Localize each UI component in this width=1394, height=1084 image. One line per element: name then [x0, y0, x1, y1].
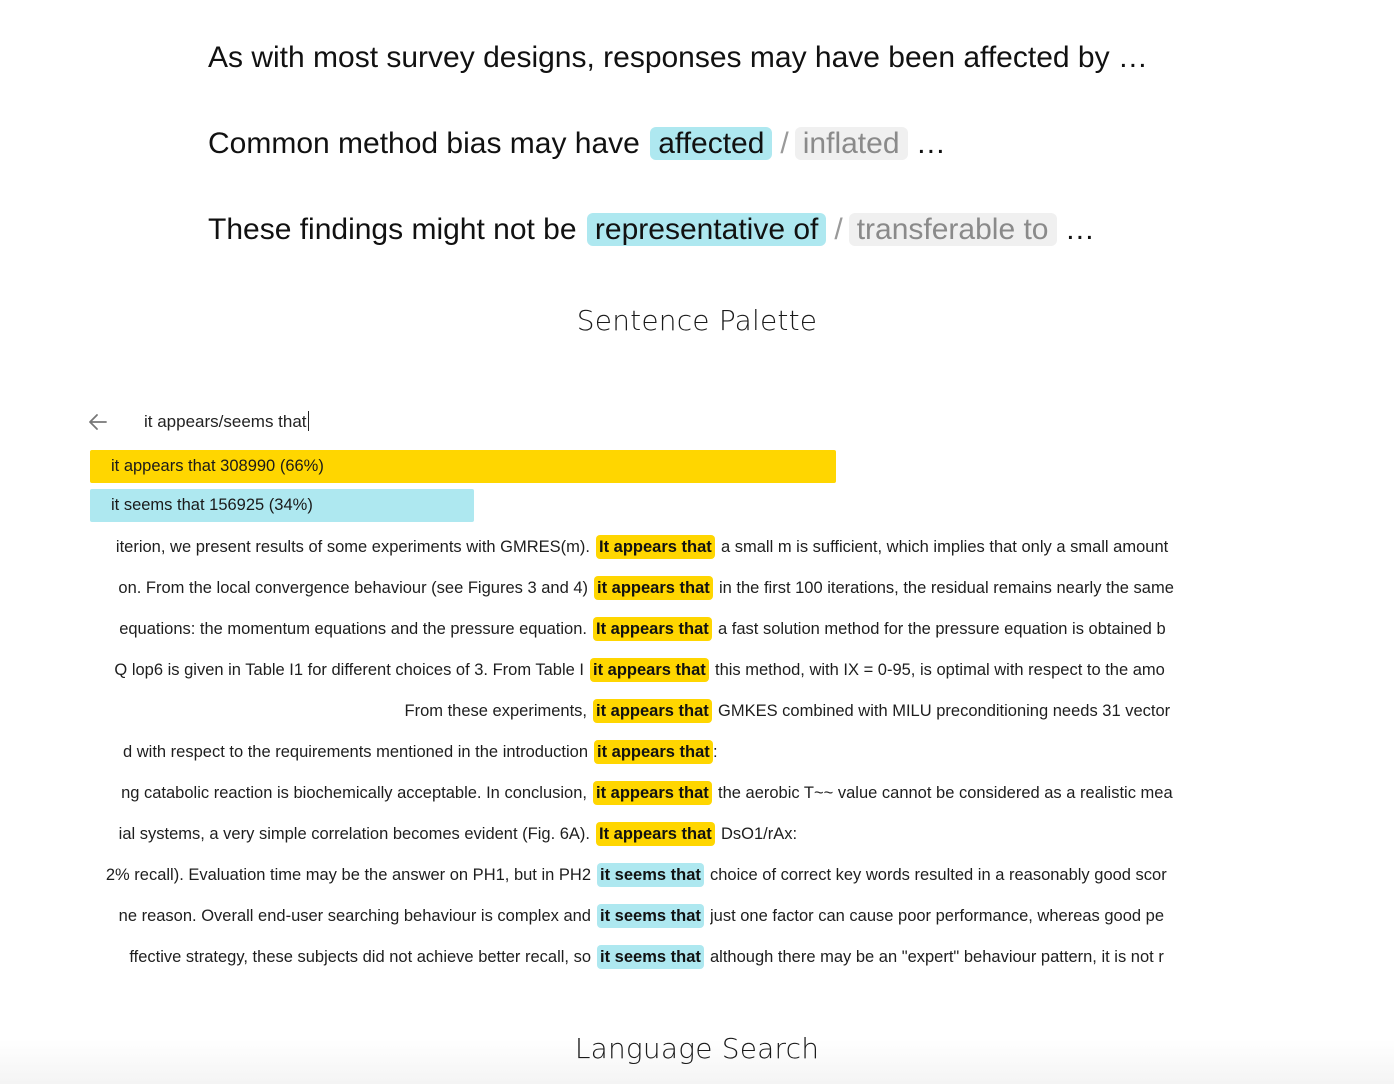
right-context-wrap: just one factor can cause poor performan…: [710, 901, 1200, 931]
right-context: in the first 100 iterations, the residua…: [719, 579, 1174, 597]
left-context-wrap: ne reason. Overall end-user searching be…: [90, 901, 591, 931]
concordance-row[interactable]: iterion, we present results of some expe…: [90, 532, 1200, 562]
concordance-row[interactable]: ne reason. Overall end-user searching be…: [90, 901, 1200, 931]
right-context-wrap: in the first 100 iterations, the residua…: [719, 573, 1200, 603]
right-context-wrap: :: [713, 737, 1200, 767]
keyword-highlight[interactable]: It appears that: [596, 822, 715, 846]
result-bar[interactable]: it appears that 308990 (66%): [90, 450, 836, 483]
phrase-separator: /: [834, 213, 843, 246]
left-context-wrap: d with respect to the requirements menti…: [90, 737, 588, 767]
left-context-wrap: ffective strategy, these subjects did no…: [90, 942, 591, 972]
concordance-list: iterion, we present results of some expe…: [90, 532, 1200, 982]
keyword-highlight[interactable]: it appears that: [593, 781, 712, 805]
concordance-row[interactable]: equations: the momentum equations and th…: [90, 614, 1200, 644]
result-bar-label: it appears that: [111, 457, 216, 475]
result-count: 308990: [220, 457, 276, 475]
keyword-highlight[interactable]: it seems that: [597, 945, 704, 969]
keyword-highlight[interactable]: it appears that: [594, 576, 713, 600]
ellipsis: …: [915, 127, 946, 160]
search-query: it appears/seems that: [144, 412, 307, 431]
concordance-row[interactable]: 2% recall). Evaluation time may be the a…: [90, 860, 1200, 890]
left-context: 2% recall). Evaluation time may be the a…: [105, 866, 591, 884]
keyword-highlight[interactable]: It appears that: [593, 617, 712, 641]
keyword-highlight[interactable]: it appears that: [590, 658, 709, 682]
keyword-highlight[interactable]: it seems that: [597, 904, 704, 928]
concordance-row[interactable]: ffective strategy, these subjects did no…: [90, 942, 1200, 972]
alternative-phrase-chip[interactable]: inflated: [794, 127, 908, 160]
concordance-row[interactable]: ial systems, a very simple correlation b…: [90, 819, 1200, 849]
keyword-highlight[interactable]: it appears that: [593, 699, 712, 723]
right-context: DsO1/rAx:: [721, 825, 798, 843]
result-percent: (34%): [268, 496, 313, 514]
concordance-row[interactable]: Q lop6 is given in Table I1 for differen…: [90, 655, 1200, 685]
text-caret: [307, 411, 309, 431]
left-context: ial systems, a very simple correlation b…: [118, 825, 590, 843]
arrow-left-icon[interactable]: [86, 410, 110, 434]
right-context-wrap: the aerobic T~~ value cannot be consider…: [718, 778, 1200, 808]
left-context: on. From the local convergence behaviour…: [118, 579, 588, 597]
concordance-row[interactable]: From these experiments, it appears that GM…: [90, 696, 1200, 726]
right-context: :: [713, 743, 718, 761]
left-context-wrap: equations: the momentum equations and th…: [90, 614, 587, 644]
left-context: From these experiments,: [404, 702, 587, 720]
language-search-caption: Language Search: [574, 1032, 820, 1065]
right-context: choice of correct key words resulted in …: [710, 866, 1167, 884]
palette-sentence: As with most survey designs, responses m…: [208, 38, 1148, 78]
left-context: ne reason. Overall end-user searching be…: [118, 907, 591, 925]
result-bar-label: it seems that: [111, 496, 205, 514]
right-context-wrap: a small m is sufficient, which implies t…: [721, 532, 1200, 562]
palette-sentence: These findings might not be representati…: [208, 210, 1095, 250]
right-context: the aerobic T~~ value cannot be consider…: [718, 784, 1173, 802]
left-context: Q lop6 is given in Table I1 for differen…: [114, 661, 584, 679]
chosen-phrase-chip[interactable]: affected: [650, 127, 773, 160]
chosen-phrase-chip[interactable]: representative of: [586, 213, 827, 246]
left-context-wrap: ng catabolic reaction is biochemically a…: [90, 778, 587, 808]
left-context-wrap: ial systems, a very simple correlation b…: [90, 819, 590, 849]
left-context: d with respect to the requirements menti…: [122, 743, 588, 761]
concordance-row[interactable]: d with respect to the requirements menti…: [90, 737, 1200, 767]
keyword-highlight[interactable]: it appears that: [594, 740, 713, 764]
concordance-row[interactable]: on. From the local convergence behaviour…: [90, 573, 1200, 603]
result-count: 156925: [209, 496, 265, 514]
sentence-text: As with most survey designs, responses m…: [208, 41, 1148, 74]
left-context: ng catabolic reaction is biochemically a…: [121, 784, 587, 802]
left-context: iterion, we present results of some expe…: [115, 538, 590, 556]
palette-sentence: Common method bias may have affected / inf…: [208, 124, 946, 164]
alternative-phrase-chip[interactable]: transferable to: [848, 213, 1057, 246]
keyword-highlight[interactable]: It appears that: [596, 535, 715, 559]
concordance-row[interactable]: ng catabolic reaction is biochemically a…: [90, 778, 1200, 808]
left-context-wrap: iterion, we present results of some expe…: [90, 532, 590, 562]
left-context: ffective strategy, these subjects did no…: [129, 948, 591, 966]
right-context: this method, with IX = 0-95, is optimal …: [715, 661, 1165, 679]
right-context-wrap: a fast solution method for the pressure …: [718, 614, 1200, 644]
right-context-wrap: choice of correct key words resulted in …: [710, 860, 1200, 890]
keyword-highlight[interactable]: it seems that: [597, 863, 704, 887]
left-context-wrap: From these experiments,: [90, 696, 587, 726]
search-input[interactable]: it appears/seems that: [144, 411, 309, 432]
sentence-text: These findings might not be: [208, 213, 577, 246]
sentence-text: Common method bias may have: [208, 127, 640, 160]
left-context: equations: the momentum equations and th…: [119, 620, 587, 638]
right-context-wrap: GMKES combined with MILU preconditioning…: [718, 696, 1200, 726]
right-context-wrap: although there may be an "expert" behavi…: [710, 942, 1200, 972]
ellipsis: …: [1064, 213, 1095, 246]
left-context-wrap: 2% recall). Evaluation time may be the a…: [90, 860, 591, 890]
sentence-palette-caption: Sentence Palette: [576, 304, 818, 337]
right-context: a small m is sufficient, which implies t…: [721, 538, 1169, 556]
right-context-wrap: DsO1/rAx:: [721, 819, 1200, 849]
result-bar[interactable]: it seems that 156925 (34%): [90, 489, 474, 522]
right-context: GMKES combined with MILU preconditioning…: [718, 702, 1171, 720]
right-context: although there may be an "expert" behavi…: [710, 948, 1164, 966]
left-context-wrap: Q lop6 is given in Table I1 for differen…: [90, 655, 584, 685]
right-context: a fast solution method for the pressure …: [718, 620, 1166, 638]
left-context-wrap: on. From the local convergence behaviour…: [90, 573, 588, 603]
search-row: it appears/seems that: [86, 408, 786, 438]
right-context: just one factor can cause poor performan…: [710, 907, 1165, 925]
phrase-separator: /: [780, 127, 789, 160]
right-context-wrap: this method, with IX = 0-95, is optimal …: [715, 655, 1200, 685]
result-percent: (66%): [279, 457, 324, 475]
